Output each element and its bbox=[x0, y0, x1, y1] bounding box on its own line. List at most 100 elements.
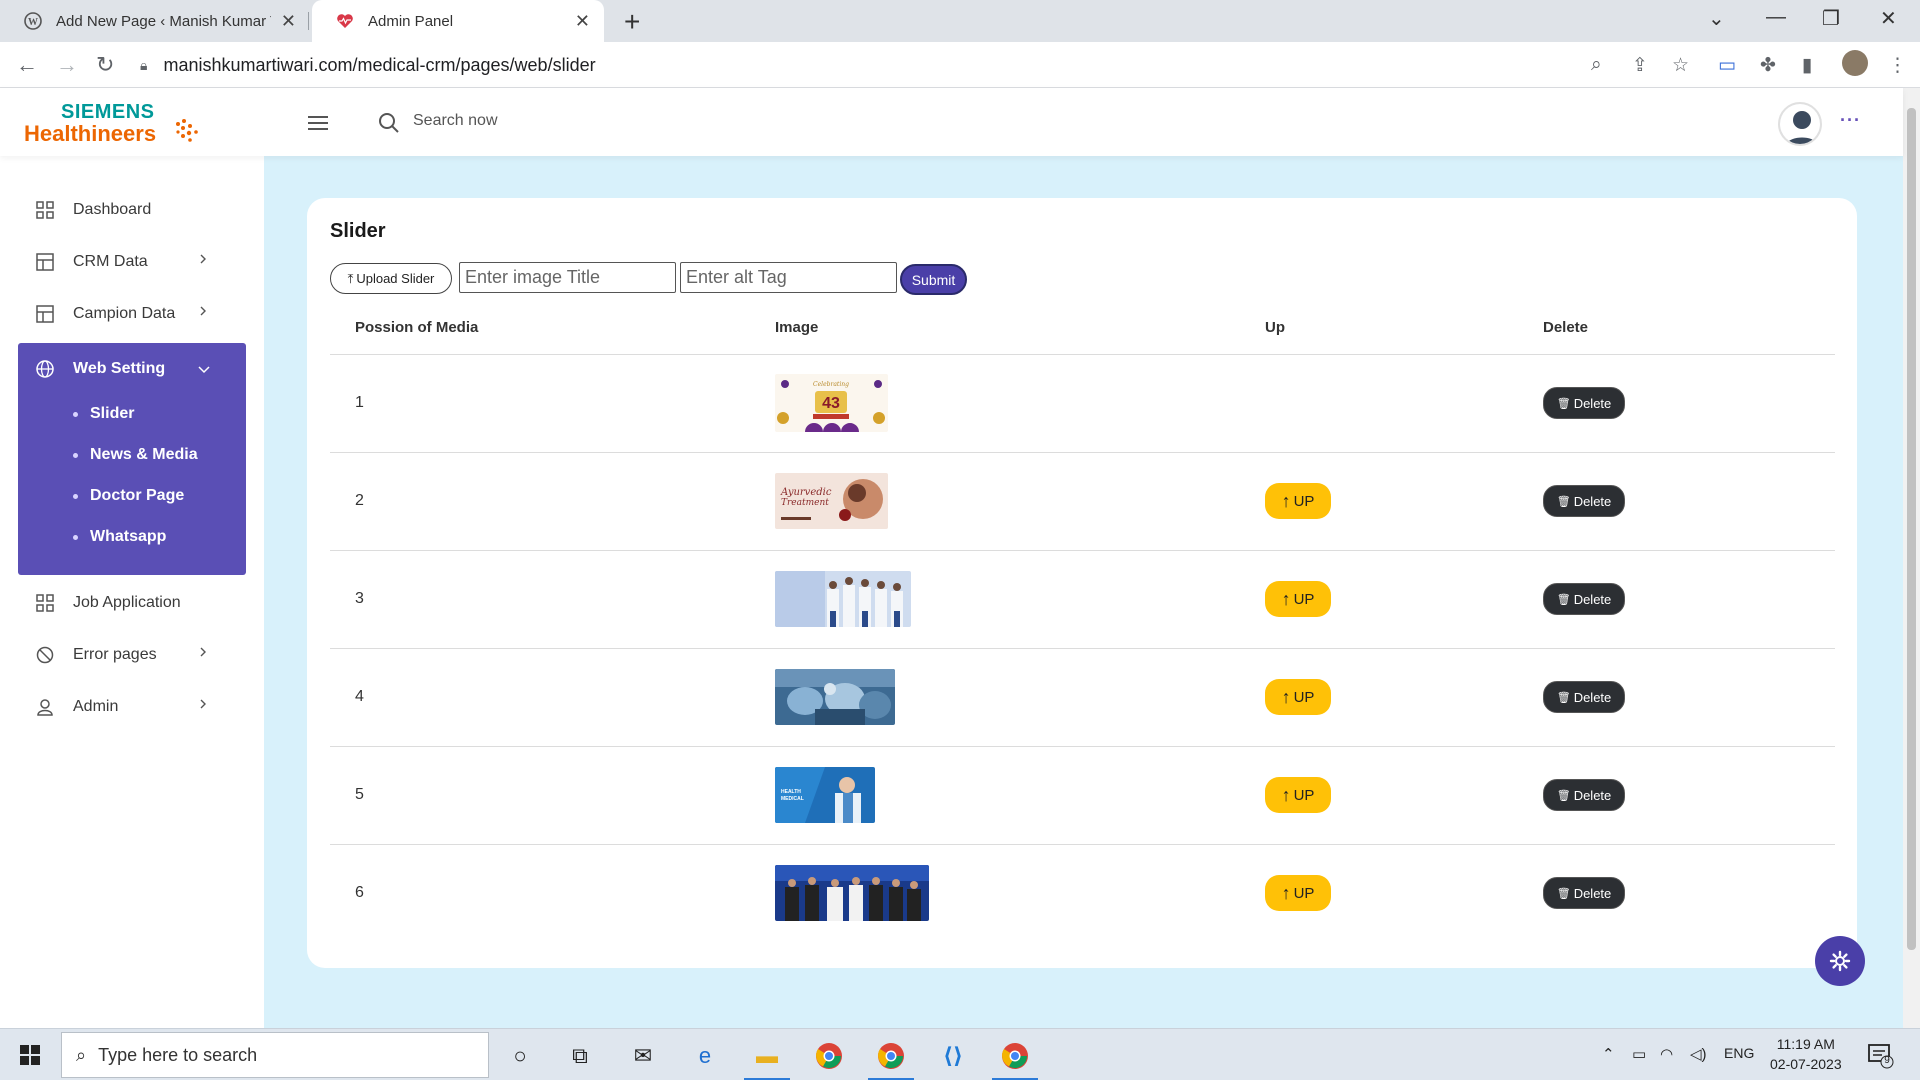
upload-slider-button[interactable]: ⤒ Upload Slider bbox=[330, 263, 452, 294]
bookmark-star-icon[interactable]: ☆ bbox=[1672, 54, 1689, 77]
edge-browser-icon[interactable]: e bbox=[688, 1039, 722, 1073]
restore-icon[interactable]: ❐ bbox=[1822, 6, 1840, 31]
sidebar-item-crm-data[interactable]: CRM Data bbox=[18, 242, 246, 282]
browser-tab-admin-panel[interactable]: Admin Panel ✕ bbox=[312, 0, 604, 42]
doctors-team-banner[interactable] bbox=[775, 571, 911, 627]
minimize-icon[interactable]: — bbox=[1766, 6, 1786, 29]
search-icon: ⌕ bbox=[76, 1044, 87, 1065]
award-ceremony-banner[interactable] bbox=[775, 865, 929, 922]
settings-gear-button[interactable] bbox=[1815, 936, 1865, 986]
file-explorer-icon[interactable]: ▬ bbox=[744, 1039, 790, 1080]
more-options-icon[interactable]: ··· bbox=[1840, 110, 1861, 131]
hamburger-menu-icon[interactable] bbox=[308, 116, 328, 130]
delete-button[interactable]: 🗑︎ Delete bbox=[1543, 583, 1625, 615]
notification-center-icon[interactable]: 9 bbox=[1866, 1041, 1894, 1069]
scrollbar-thumb[interactable] bbox=[1907, 108, 1916, 950]
surgery-team-banner[interactable] bbox=[775, 669, 895, 725]
up-button[interactable]: ↑ UP bbox=[1265, 875, 1331, 912]
browser-tab-wordpress[interactable]: W Add New Page ‹ Manish Kumar Tiwari — W… bbox=[0, 0, 310, 42]
mail-icon[interactable]: ✉ bbox=[626, 1039, 660, 1073]
volume-icon[interactable]: ◁) bbox=[1690, 1045, 1707, 1063]
sidebar-item-admin[interactable]: Admin bbox=[18, 687, 246, 727]
sidebar-subitem-whatsapp[interactable]: Whatsapp bbox=[73, 528, 166, 546]
table-row: 1 Celebrating 43 🗑︎ Delete bbox=[330, 354, 1835, 453]
sidebar-subitem-doctor-page[interactable]: Doctor Page bbox=[73, 487, 184, 505]
tray-chevron-up-icon[interactable]: ⌃ bbox=[1602, 1045, 1615, 1063]
browser-tab-bar: W Add New Page ‹ Manish Kumar Tiwari — W… bbox=[0, 0, 1920, 42]
up-button[interactable]: ↑ UP bbox=[1265, 581, 1331, 617]
delete-button[interactable]: 🗑︎ Delete bbox=[1543, 485, 1625, 517]
close-tab-icon[interactable]: ✕ bbox=[281, 11, 296, 32]
table-row: 3 ↑ UP 🗑︎ Delete bbox=[330, 550, 1835, 649]
alt-tag-input[interactable] bbox=[680, 262, 897, 293]
share-icon[interactable]: ⇪ bbox=[1632, 54, 1648, 77]
language-indicator[interactable]: ENG bbox=[1724, 1045, 1754, 1061]
page-scrollbar[interactable] bbox=[1903, 88, 1920, 1028]
url-field[interactable]: 🔒︎ manishkumartiwari.com/medical-crm/pag… bbox=[140, 50, 596, 80]
search-icon[interactable] bbox=[378, 112, 400, 134]
trash-icon: 🗑︎ bbox=[1556, 691, 1571, 704]
forward-arrow-icon[interactable]: → bbox=[56, 52, 78, 78]
table-row: 6 ↑ UP 🗑︎ Delete bbox=[330, 844, 1835, 942]
reload-icon[interactable]: ↻ bbox=[96, 52, 114, 78]
logo-line-2: Healthineers bbox=[24, 121, 157, 146]
vscode-icon[interactable]: ⟨⟩ bbox=[936, 1039, 970, 1073]
search-input[interactable]: Search now bbox=[413, 112, 498, 130]
arrow-up-icon: ↑ bbox=[1281, 882, 1291, 903]
tab-title: Add New Page ‹ Manish Kumar Tiwari — Wor… bbox=[56, 12, 271, 30]
user-avatar[interactable] bbox=[1778, 102, 1822, 146]
delete-label: Delete bbox=[1573, 395, 1612, 411]
up-button[interactable]: ↑ UP bbox=[1265, 483, 1331, 519]
chrome-profile-icon[interactable] bbox=[992, 1039, 1038, 1080]
svg-text:Treatment: Treatment bbox=[781, 498, 829, 508]
tab-search-chevron-icon[interactable]: ⌄ bbox=[1708, 6, 1725, 31]
ayurvedic-treatment-banner[interactable]: Ayurvedic Treatment bbox=[775, 473, 888, 529]
browser-menu-icon[interactable]: ⋮ bbox=[1888, 54, 1907, 77]
taskbar-search-input[interactable]: ⌕ Type here to search bbox=[61, 1032, 489, 1078]
close-window-icon[interactable]: ✕ bbox=[1880, 6, 1897, 31]
lock-icon: 🔒︎ bbox=[140, 56, 148, 73]
sidebar-subitem-slider[interactable]: Slider bbox=[73, 405, 134, 423]
extensions-puzzle-icon[interactable]: ✤ bbox=[1760, 54, 1776, 77]
grid-icon bbox=[36, 201, 54, 219]
health-medical-banner[interactable]: HEALTH MEDICAL bbox=[775, 767, 875, 823]
sidebar-item-dashboard[interactable]: Dashboard bbox=[18, 190, 246, 230]
new-tab-icon[interactable]: + bbox=[624, 6, 640, 38]
up-button[interactable]: ↑ UP bbox=[1265, 679, 1331, 715]
siemens-healthineers-logo[interactable]: SIEMENS Healthineers bbox=[24, 102, 198, 146]
chrome-icon[interactable] bbox=[812, 1039, 846, 1073]
sidebar-item-job-application[interactable]: Job Application bbox=[18, 583, 246, 623]
page-title: Slider bbox=[330, 220, 386, 242]
extension-keyboard-icon[interactable]: ▭ bbox=[1718, 54, 1736, 77]
side-panel-icon[interactable]: ▮ bbox=[1802, 54, 1812, 77]
image-title-input[interactable] bbox=[459, 262, 676, 293]
delete-button[interactable]: 🗑︎ Delete bbox=[1543, 779, 1625, 811]
taskbar-search-placeholder: Type here to search bbox=[98, 1044, 258, 1065]
sidebar-item-error-pages[interactable]: Error pages bbox=[18, 635, 246, 675]
task-view-icon[interactable]: ⧉ bbox=[563, 1039, 597, 1073]
up-label: UP bbox=[1293, 688, 1315, 706]
wifi-icon[interactable]: ◠ bbox=[1660, 1045, 1673, 1063]
clock-date: 02-07-2023 bbox=[1770, 1056, 1842, 1072]
close-tab-icon[interactable]: ✕ bbox=[575, 11, 590, 32]
back-arrow-icon[interactable]: ← bbox=[16, 52, 38, 78]
sidebar-item-campion-data[interactable]: Campion Data bbox=[18, 294, 246, 334]
profile-avatar-icon[interactable] bbox=[1842, 50, 1868, 76]
delete-button[interactable]: 🗑︎ Delete bbox=[1543, 877, 1625, 910]
windows-start-icon[interactable] bbox=[20, 1045, 40, 1065]
cortana-circle-icon[interactable]: ○ bbox=[503, 1039, 537, 1073]
table-header-row: Possion of Media Image Up Delete bbox=[330, 302, 1835, 355]
system-clock[interactable]: 11:19 AM 02-07-2023 bbox=[1770, 1034, 1842, 1074]
chrome-active-icon[interactable] bbox=[868, 1039, 914, 1080]
delete-button[interactable]: 🗑︎ Delete bbox=[1543, 681, 1625, 713]
celebrating-43-years-banner[interactable]: Celebrating 43 bbox=[775, 374, 888, 432]
delete-button[interactable]: 🗑︎ Delete bbox=[1543, 387, 1625, 419]
sidebar-item-web-setting[interactable]: Web Setting bbox=[18, 353, 246, 385]
up-button[interactable]: ↑ UP bbox=[1265, 777, 1331, 813]
chevron-right-icon bbox=[200, 647, 206, 657]
battery-icon[interactable]: ▭ bbox=[1632, 1045, 1646, 1063]
sidebar-subitem-news-media[interactable]: News & Media bbox=[73, 446, 198, 464]
submit-button[interactable]: Submit bbox=[900, 264, 967, 295]
zoom-icon[interactable]: ⌕ bbox=[1591, 54, 1602, 76]
chevron-right-icon bbox=[200, 254, 206, 264]
